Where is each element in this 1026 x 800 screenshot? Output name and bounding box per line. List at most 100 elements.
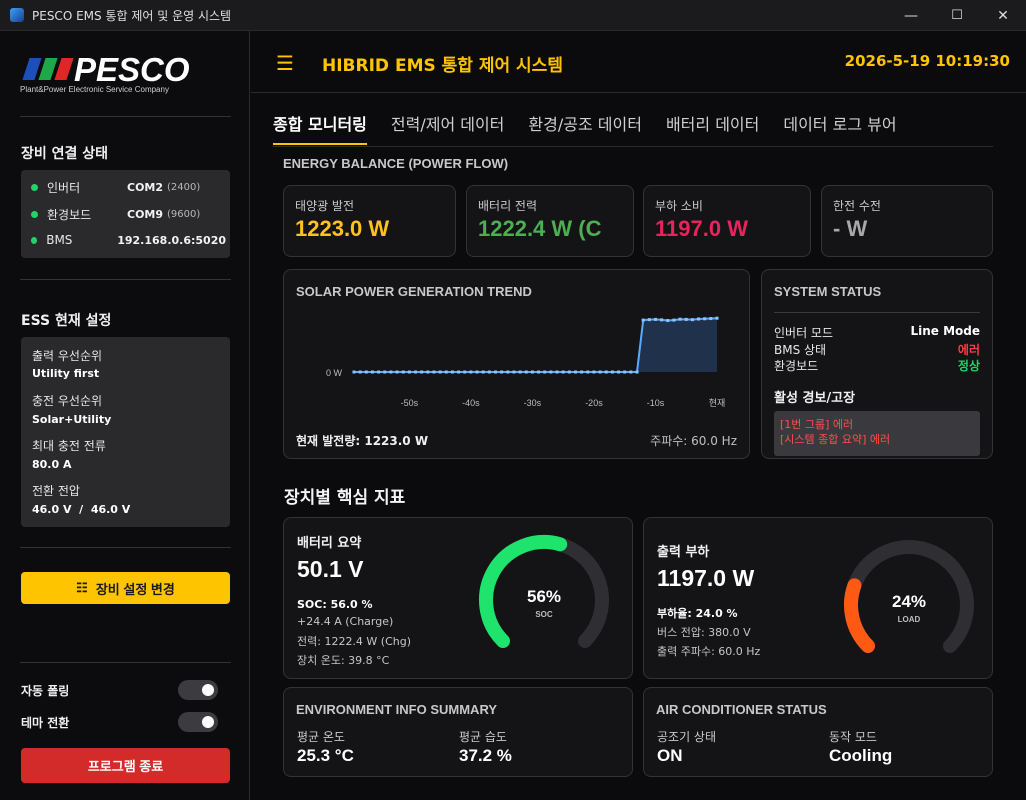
gauge-percent-text: 56% bbox=[527, 587, 561, 606]
system-status-title: SYSTEM STATUS bbox=[774, 284, 882, 299]
minimize-button[interactable]: — bbox=[888, 0, 934, 31]
battery-voltage: 50.1 V bbox=[297, 556, 364, 582]
trend-point bbox=[463, 370, 467, 374]
bus-voltage: 버스 전압: 380.0 V bbox=[657, 626, 751, 639]
trend-point bbox=[450, 370, 454, 374]
pesco-logo: PESCO Plant&Power Electronic Service Com… bbox=[20, 51, 200, 103]
trend-point bbox=[487, 370, 491, 374]
window-title: PESCO EMS 통합 제어 및 운영 시스템 bbox=[32, 8, 232, 23]
auto-polling-label: 자동 폴링 bbox=[21, 684, 70, 698]
device-settings-button[interactable]: ☷ 장비 설정 변경 bbox=[21, 572, 230, 604]
device-section-title: 장치별 핵심 지표 bbox=[284, 488, 406, 508]
trend-point bbox=[518, 370, 522, 374]
trend-point bbox=[697, 317, 701, 321]
trend-point bbox=[407, 370, 411, 374]
tab-battery[interactable]: 배터리 데이터 bbox=[666, 111, 759, 141]
divider bbox=[20, 279, 231, 280]
close-button[interactable]: ✕ bbox=[980, 0, 1026, 31]
trend-point bbox=[678, 317, 682, 321]
trend-point bbox=[500, 370, 504, 374]
status-dot-icon bbox=[31, 236, 38, 244]
output-load-card: 출력 부하 1197.0 W 부하율: 24.0 % 버스 전압: 380.0 … bbox=[643, 517, 993, 679]
frequency: 주파수: 60.0 Hz bbox=[650, 434, 737, 448]
ess-value: Utility first bbox=[32, 367, 100, 380]
tab-power-control[interactable]: 전력/제어 데이터 bbox=[391, 111, 505, 141]
exit-program-button[interactable]: 프로그램 종료 bbox=[21, 748, 230, 783]
trend-point bbox=[481, 370, 485, 374]
alarm-item: [시스템 종합 요약] 에러 bbox=[780, 433, 891, 446]
trend-area bbox=[354, 318, 717, 372]
trend-point bbox=[586, 370, 590, 374]
divider bbox=[20, 116, 231, 117]
connection-row-inverter: 인버터 COM2 (2400) bbox=[31, 177, 226, 197]
environment-summary-card: ENVIRONMENT INFO SUMMARY 평균 온도 25.3 °C 평… bbox=[283, 687, 633, 777]
sliders-icon: ☷ bbox=[76, 580, 88, 595]
trend-point bbox=[610, 370, 614, 374]
current-generation: 현재 발전량: 1223.0 W bbox=[296, 434, 429, 448]
trend-point bbox=[524, 370, 528, 374]
status-row-bms: BMS 상태 에러 bbox=[774, 343, 980, 357]
tab-log-viewer[interactable]: 데이터 로그 뷰어 bbox=[783, 111, 896, 141]
trend-point bbox=[672, 318, 676, 322]
logo-subtitle: Plant&Power Electronic Service Company bbox=[20, 85, 169, 94]
aircon-mode-value: Cooling bbox=[829, 746, 893, 765]
trend-point bbox=[641, 318, 645, 322]
battery-summary-card: 배터리 요약 50.1 V SOC: 56.0 % +24.4 A (Charg… bbox=[283, 517, 633, 679]
trend-point bbox=[543, 370, 547, 374]
output-frequency: 출력 주파수: 60.0 Hz bbox=[657, 645, 761, 658]
gauge-caption: LOAD bbox=[898, 615, 921, 624]
alarm-item: [1번 그룹] 에러 bbox=[780, 418, 854, 431]
solar-trend-title: SOLAR POWER GENERATION TREND bbox=[296, 284, 532, 299]
auto-polling-toggle[interactable] bbox=[178, 680, 218, 700]
tab-overview[interactable]: 종합 모니터링 bbox=[273, 111, 367, 145]
tab-environment-hvac[interactable]: 환경/공조 데이터 bbox=[528, 111, 642, 141]
trend-point bbox=[617, 370, 621, 374]
trend-point bbox=[604, 370, 608, 374]
kpi-card-solar: 태양광 발전 1223.0 W bbox=[283, 185, 456, 257]
trend-point bbox=[420, 370, 424, 374]
x-tick-label: 현재 bbox=[709, 398, 726, 408]
connection-row-bms: BMS 192.168.0.6:5020 bbox=[31, 230, 226, 250]
kpi-value: 1197.0 W bbox=[655, 216, 748, 241]
trend-point bbox=[684, 317, 688, 321]
x-tick-label: -30s bbox=[524, 398, 542, 408]
x-tick-label: -20s bbox=[585, 398, 603, 408]
trend-point bbox=[703, 317, 707, 321]
trend-point bbox=[457, 370, 461, 374]
load-gauge: 24% LOAD bbox=[844, 540, 974, 654]
ess-heading: ESS 현재 설정 bbox=[21, 313, 112, 329]
trend-point bbox=[666, 319, 670, 323]
tab-bar: 종합 모니터링 전력/제어 데이터 환경/공조 데이터 배터리 데이터 데이터 … bbox=[273, 111, 921, 145]
trend-point bbox=[358, 370, 362, 374]
theme-toggle-label: 테마 전환 bbox=[21, 716, 70, 730]
trend-point bbox=[432, 370, 436, 374]
menu-icon[interactable]: ☰ bbox=[276, 51, 294, 75]
solar-trend-chart: 0 W -50s -40s -30s -20s -10s 현재 bbox=[326, 316, 726, 408]
trend-point bbox=[567, 370, 571, 374]
avg-temp-value: 25.3 °C bbox=[297, 746, 354, 765]
battery-soc: SOC: 56.0 % bbox=[297, 598, 373, 611]
trend-point bbox=[389, 370, 393, 374]
ess-label: 최대 충전 전류 bbox=[32, 439, 106, 453]
trend-point bbox=[647, 318, 651, 322]
solar-trend-card: SOLAR POWER GENERATION TREND 0 W -50s -40s… bbox=[283, 269, 750, 459]
tab-divider bbox=[273, 146, 993, 147]
trend-point bbox=[573, 370, 577, 374]
trend-point bbox=[512, 370, 516, 374]
trend-point bbox=[469, 370, 473, 374]
ess-label: 출력 우선순위 bbox=[32, 349, 103, 363]
system-status-card: SYSTEM STATUS 인버터 모드 Line Mode BMS 상태 에러… bbox=[761, 269, 993, 459]
alarm-list: [1번 그룹] 에러 [시스템 종합 요약] 에러 bbox=[774, 411, 980, 456]
trend-point bbox=[537, 370, 541, 374]
aircon-status-card: AIR CONDITIONER STATUS 공조기 상태 ON 동작 모드 C… bbox=[643, 687, 993, 777]
trend-point bbox=[377, 370, 381, 374]
ess-value: 46.0 V / 46.0 V bbox=[32, 503, 131, 516]
trend-point bbox=[426, 370, 430, 374]
connection-row-envboard: 환경보드 COM9 (9600) bbox=[31, 204, 226, 224]
maximize-button[interactable]: ☐ bbox=[934, 0, 980, 31]
alarm-heading: 활성 경보/고장 bbox=[774, 391, 856, 406]
trend-point bbox=[395, 370, 399, 374]
status-dot-icon bbox=[31, 210, 38, 218]
kpi-value: 1222.4 W (C bbox=[478, 216, 602, 241]
theme-toggle[interactable] bbox=[178, 712, 218, 732]
